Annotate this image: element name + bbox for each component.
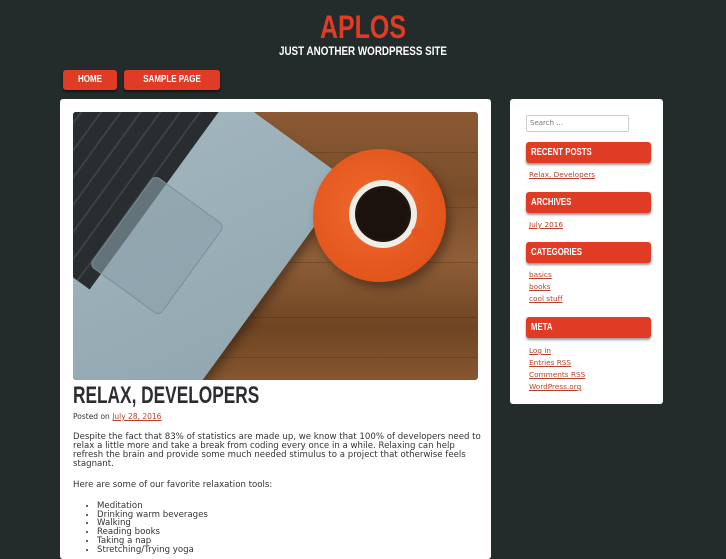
site-title[interactable]: APLOS — [80, 8, 646, 46]
archives-list: July 2016 — [529, 219, 563, 231]
nav-sample-page-label: SAMPLE PAGE — [143, 74, 201, 85]
main-content: RELAX, DEVELOPERS Posted on July 28, 201… — [60, 99, 491, 559]
meta-link[interactable]: Comments RSS — [529, 369, 585, 381]
category-link[interactable]: basics — [529, 269, 563, 281]
site-description: Just another WordPress site — [278, 44, 448, 58]
post-date-link[interactable]: July 28, 2016 — [112, 412, 161, 421]
archive-link[interactable]: July 2016 — [529, 219, 563, 231]
featured-image[interactable] — [73, 112, 478, 380]
nav-home-button[interactable]: HOME — [63, 70, 117, 90]
category-link[interactable]: books — [529, 281, 563, 293]
posted-on-label: Posted on — [73, 412, 110, 421]
meta-link[interactable]: WordPress.org — [529, 381, 585, 393]
search-input[interactable] — [526, 115, 629, 132]
post-paragraph: Here are some of our favorite relaxation… — [73, 480, 273, 490]
meta-link[interactable]: Log in — [529, 345, 585, 357]
main-navigation: HOME SAMPLE PAGE — [63, 70, 221, 90]
widget-title-archives: ARCHIVES — [526, 192, 651, 213]
widget-title-meta: META — [526, 317, 651, 338]
sidebar: RECENT POSTS Relax, Developers ARCHIVES … — [510, 99, 663, 404]
recent-posts-list: Relax, Developers — [529, 169, 595, 181]
meta-link[interactable]: Entries RSS — [529, 357, 585, 369]
post-paragraph: Despite the fact that 83% of statistics … — [73, 432, 481, 469]
meta-list: Log in Entries RSS Comments RSS WordPres… — [529, 345, 585, 393]
nav-sample-page-button[interactable]: SAMPLE PAGE — [124, 70, 221, 90]
list-item: Drinking warm beverages — [97, 510, 483, 520]
recent-post-link[interactable]: Relax, Developers — [529, 169, 595, 181]
list-item: Stretching/Trying yoga — [97, 545, 483, 555]
widget-title-categories: CATEGORIES — [526, 242, 651, 263]
coffee-shape — [355, 186, 411, 242]
widget-title-recent-posts: RECENT POSTS — [526, 142, 651, 163]
nav-home-label: HOME — [78, 74, 102, 85]
categories-list: basics books cool stuff — [529, 269, 563, 305]
post-body: Despite the fact that 83% of statistics … — [73, 433, 483, 554]
post-title[interactable]: RELAX, DEVELOPERS — [73, 382, 259, 410]
category-link[interactable]: cool stuff — [529, 293, 563, 305]
relaxation-list: Meditation Drinking warm beverages Walki… — [73, 502, 483, 554]
post-meta: Posted on July 28, 2016 — [73, 412, 161, 421]
list-item: Reading books — [97, 528, 483, 537]
